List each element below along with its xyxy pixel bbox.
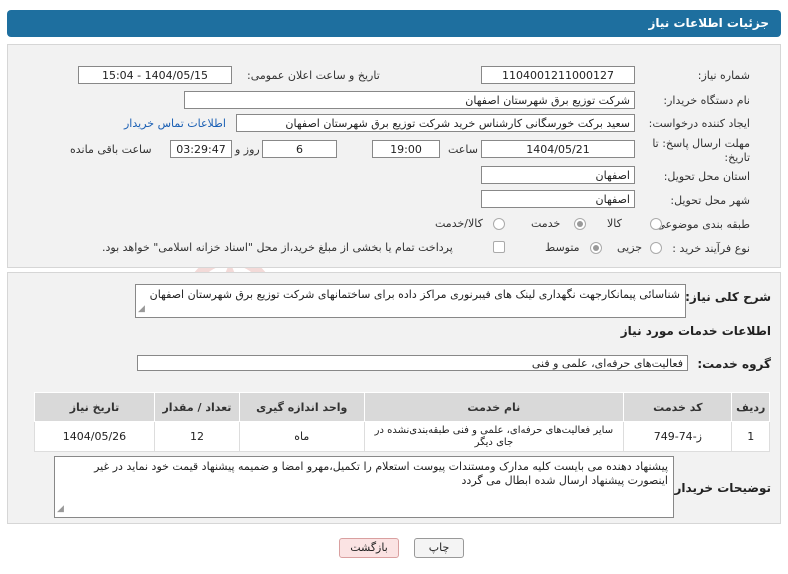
category-label: طبقه بندی موضوعی: (652, 218, 750, 231)
deadline-time-field: 19:00 (372, 140, 440, 158)
summary-textarea: شناسائی پیمانکارجهت نگهداری لینک های فیب… (135, 284, 686, 318)
category-goods-label: کالا (607, 217, 622, 230)
days-label: روز و (235, 143, 260, 156)
buyer-contact-link[interactable]: اطلاعات تماس خریدار (124, 117, 226, 130)
category-goods-radio[interactable] (650, 218, 662, 230)
services-table: ردیف کد خدمت نام خدمت واحد اندازه گیری ت… (34, 392, 770, 452)
row-name: سایر فعالیت‌های حرفه‌ای، علمی و فنی طبقه… (363, 421, 625, 452)
row-code: ز-74-749 (623, 421, 733, 452)
resize-grip-icon[interactable]: ◢ (138, 302, 145, 316)
summary-text: شناسائی پیمانکارجهت نگهداری لینک های فیب… (149, 288, 680, 301)
remaining-label: ساعت باقی مانده (70, 143, 152, 156)
deadline-time-label: ساعت (448, 143, 478, 156)
remaining-time-field: 03:29:47 (170, 140, 232, 158)
creator-label: ایجاد کننده درخواست: (648, 117, 750, 130)
page-header: جزئیات اطلاعات نیاز (7, 10, 781, 37)
col-index-header: ردیف (731, 392, 770, 422)
buyer-notes-textarea: پیشنهاد دهنده می بایست کلیه مدارک ومستند… (54, 456, 674, 518)
col-date-header: تاریخ نیاز (34, 392, 155, 422)
announce-datetime-field: 1404/05/15 - 15:04 (78, 66, 232, 84)
process-label: نوع فرآیند خرید : (672, 242, 750, 255)
services-section-title: اطلاعات خدمات مورد نیاز (620, 324, 771, 338)
col-name-header: نام خدمت (363, 392, 625, 422)
province-field: اصفهان (481, 166, 635, 184)
category-service-label: خدمت (531, 217, 561, 230)
service-group-field: فعالیت‌های حرفه‌ای، علمی و فنی (137, 355, 688, 371)
category-goods-service-label: کالا/خدمت (435, 217, 483, 230)
process-minor-label: جزیی (617, 241, 643, 254)
need-number-label: شماره نیاز: (697, 69, 750, 82)
process-medium-label: متوسط (545, 241, 580, 254)
summary-label: شرح کلی نیاز: (685, 290, 771, 304)
deadline-date-field: 1404/05/21 (481, 140, 635, 158)
table-header-row: ردیف کد خدمت نام خدمت واحد اندازه گیری ت… (34, 392, 770, 422)
row-date: 1404/05/26 (34, 421, 155, 452)
treasury-payment-note: پرداخت تمام یا بخشی از مبلغ خرید،از محل … (102, 241, 453, 254)
row-qty: 12 (153, 421, 240, 452)
creator-field: سعید برکت خورسگانی کارشناس خرید شرکت توز… (236, 114, 635, 132)
resize-grip-icon[interactable]: ◢ (57, 502, 64, 516)
table-row: 1 ز-74-749 سایر فعالیت‌های حرفه‌ای، علمی… (34, 421, 770, 452)
deadline-label: مهلت ارسال پاسخ: تا تاریخ: (652, 137, 750, 164)
buyer-notes-text: پیشنهاد دهنده می بایست کلیه مدارک ومستند… (94, 460, 668, 487)
page-title: جزئیات اطلاعات نیاز (648, 16, 769, 30)
back-button[interactable]: بازگشت (339, 538, 399, 558)
announce-label: تاریخ و ساعت اعلان عمومی: (247, 69, 380, 82)
process-minor-radio[interactable] (650, 242, 662, 254)
city-field: اصفهان (481, 190, 635, 208)
row-index: 1 (731, 421, 770, 452)
category-service-radio[interactable] (574, 218, 586, 230)
row-unit: ماه (238, 421, 365, 452)
province-label: استان محل تحویل: (663, 170, 750, 183)
treasury-payment-checkbox[interactable] (493, 241, 505, 253)
buyer-notes-label: توضیحات خریدار: (669, 481, 771, 495)
category-goods-service-radio[interactable] (493, 218, 505, 230)
city-label: شهر محل تحویل: (670, 194, 750, 207)
process-medium-radio[interactable] (590, 242, 602, 254)
need-number-field: 1104001211000127 (481, 66, 635, 84)
col-code-header: کد خدمت (623, 392, 733, 422)
service-group-label: گروه خدمت: (697, 357, 771, 371)
buyer-org-label: نام دستگاه خریدار: (663, 94, 750, 107)
remaining-days-field: 6 (262, 140, 337, 158)
print-button[interactable]: چاپ (414, 538, 464, 558)
col-unit-header: واحد اندازه گیری (238, 392, 365, 422)
col-qty-header: تعداد / مقدار (153, 392, 240, 422)
buyer-org-field: شرکت توزیع برق شهرستان اصفهان (184, 91, 635, 109)
